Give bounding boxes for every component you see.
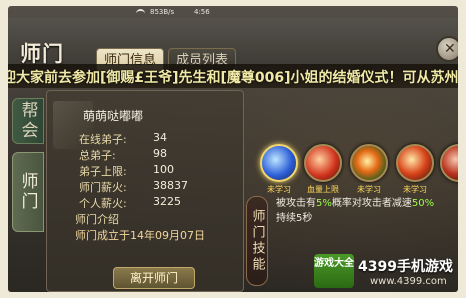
watermark-title: 4399手机游戏 xyxy=(358,259,453,275)
stat-label-online: 在线弟子: xyxy=(79,133,127,146)
stat-value-online: 34 xyxy=(153,131,167,144)
watermark-url: www.4399.com xyxy=(370,276,447,287)
lightning-skill-icon[interactable] xyxy=(260,144,298,182)
blood-skill-icon[interactable] xyxy=(304,144,342,182)
blade-skill-icon[interactable] xyxy=(440,144,458,182)
announcement-text: 迎大家前去参加[御赐£王爷]先生和[魔尊006]小姐的结婚仪式！可从苏州前往 xyxy=(8,70,458,86)
desc-text: 持续5秒 xyxy=(276,213,313,224)
wifi-icon xyxy=(136,9,145,16)
skill-description: 被攻击有5%概率对攻击者减速50% 持续5秒 xyxy=(276,196,456,226)
watermark-badge: 游戏大全 xyxy=(314,254,354,288)
founded-date: 师门成立于14年09月07日 xyxy=(75,229,205,242)
mentor-info-panel: 萌萌哒嘟嘟 在线弟子: 34 总弟子: 98 弟子上限: 100 师门薪火: 3… xyxy=(46,90,244,292)
skill-status: 未学习 xyxy=(267,185,291,194)
skill-status: 血量上限 xyxy=(307,185,339,194)
announcement-banner: 迎大家前去参加[御赐£王爷]先生和[魔尊006]小姐的结婚仪式！可从苏州前往 xyxy=(8,64,458,88)
side-tab-guild[interactable]: 帮会 xyxy=(12,98,44,144)
flame-skill-icon[interactable] xyxy=(350,144,388,182)
desc-highlight: 50% xyxy=(411,198,435,209)
skills-label: 师门技能 xyxy=(246,196,268,286)
stat-label-limit: 弟子上限: xyxy=(79,165,127,178)
network-speed: 853B/s xyxy=(150,8,175,16)
desc-highlight: 5% xyxy=(316,198,332,209)
skill-status: 未学习 xyxy=(357,185,381,194)
status-bar: 853B/s 4:56 xyxy=(108,6,348,18)
stat-value-limit: 100 xyxy=(153,163,174,176)
desc-text: 概率对攻击者减速 xyxy=(331,198,412,209)
game-screen: 853B/s 4:56 师门 师门信息 成员列表 ✕ 迎大家前去参加[御赐£王爷… xyxy=(8,6,458,292)
skill-status: 未学习 xyxy=(403,185,427,194)
leave-mentor-button[interactable]: 离开师门 xyxy=(113,267,195,289)
stat-value-personal-fire: 3225 xyxy=(153,195,181,208)
stat-value-school-fire: 38837 xyxy=(153,179,188,192)
mentor-name: 萌萌哒嘟嘟 xyxy=(83,109,144,123)
clock: 4:56 xyxy=(194,8,210,16)
desc-text: 被攻击有 xyxy=(276,198,316,209)
fire-skill-icon[interactable] xyxy=(396,144,434,182)
stat-label-personal-fire: 个人薪火: xyxy=(79,197,127,210)
top-bar: 师门 师门信息 成员列表 ✕ xyxy=(8,18,458,72)
close-icon: ✕ xyxy=(444,41,456,57)
stat-label-total: 总弟子: xyxy=(79,149,116,162)
stat-label-school-fire: 师门薪火: xyxy=(79,181,127,194)
stat-value-total: 98 xyxy=(153,147,167,160)
close-button[interactable]: ✕ xyxy=(436,36,458,62)
intro-label: 师门介绍 xyxy=(75,213,119,226)
side-tab-mentor[interactable]: 师门 xyxy=(12,152,44,232)
